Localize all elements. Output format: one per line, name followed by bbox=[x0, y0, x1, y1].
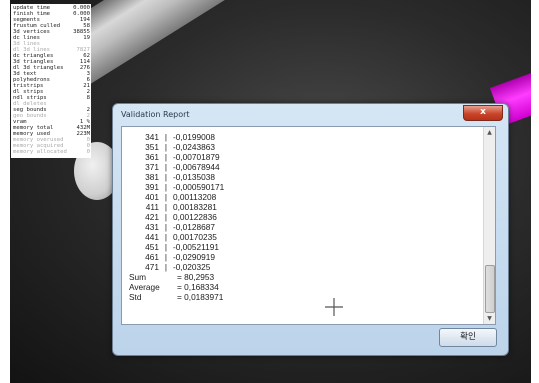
ok-button[interactable]: 확인 bbox=[439, 328, 497, 347]
column-separator: | bbox=[164, 162, 168, 172]
render-stats-panel: update time 0.000 finish time 0.000 segments… bbox=[11, 4, 91, 158]
report-lines: 341 | -0,0199008 351 | -0,0243863 361 | -0,00701… bbox=[129, 132, 224, 302]
row-index: 461 bbox=[145, 252, 159, 262]
column-separator: | bbox=[164, 232, 168, 242]
crosshair-cursor-icon bbox=[325, 298, 343, 316]
table-row: 471 | -0,020325 bbox=[129, 262, 224, 272]
3d-viewport[interactable]: update time 0.000 finish time 0.000 segments… bbox=[0, 0, 539, 383]
row-value: -0,0243863 bbox=[173, 142, 215, 152]
table-row: 411 | 0,00183281 bbox=[129, 202, 224, 212]
column-separator: | bbox=[164, 172, 168, 182]
summary-label: Sum bbox=[129, 272, 147, 282]
row-index: 431 bbox=[145, 222, 159, 232]
gray-tube-model bbox=[40, 0, 539, 95]
stat-value: 8 bbox=[86, 95, 90, 101]
row-value: -0,00678944 bbox=[173, 162, 220, 172]
row-value: -0,00701879 bbox=[173, 152, 220, 162]
scroll-thumb[interactable] bbox=[485, 265, 495, 313]
row-index: 351 bbox=[145, 142, 159, 152]
row-index: 441 bbox=[145, 232, 159, 242]
row-value: 0,00122836 bbox=[173, 212, 217, 222]
row-value: -0,0135038 bbox=[173, 172, 215, 182]
scroll-up-arrow-icon[interactable]: ▲ bbox=[484, 127, 495, 138]
row-value: -0,000590171 bbox=[173, 182, 225, 192]
table-row: 371 | -0,00678944 bbox=[129, 162, 224, 172]
column-separator: | bbox=[164, 132, 168, 142]
row-index: 381 bbox=[145, 172, 159, 182]
dialog-title: Validation Report bbox=[121, 110, 190, 119]
column-separator: | bbox=[164, 182, 168, 192]
close-button[interactable]: x bbox=[463, 105, 503, 121]
row-value: -0,020325 bbox=[173, 262, 211, 272]
row-index: 451 bbox=[145, 242, 159, 252]
table-row: 441 | 0,00170235 bbox=[129, 232, 224, 242]
summary-label: Average bbox=[129, 282, 160, 292]
row-value: -0,0290919 bbox=[173, 252, 215, 262]
column-separator: | bbox=[164, 212, 168, 222]
row-index: 471 bbox=[145, 262, 159, 272]
summary-value: = 80,2953 bbox=[177, 272, 215, 282]
table-row: 391 | -0,000590171 bbox=[129, 182, 224, 192]
column-separator: | bbox=[164, 222, 168, 232]
stat-label: memory allocated bbox=[13, 149, 67, 155]
column-separator: | bbox=[164, 202, 168, 212]
vertical-scrollbar[interactable]: ▲ ▼ bbox=[483, 127, 495, 324]
left-edge-bar bbox=[0, 0, 10, 383]
summary-row: Average = 0,168334 bbox=[129, 282, 224, 292]
column-separator: | bbox=[164, 192, 168, 202]
table-row: 461 | -0,0290919 bbox=[129, 252, 224, 262]
column-separator: | bbox=[164, 142, 168, 152]
stat-value: 0 bbox=[86, 149, 90, 155]
column-separator: | bbox=[164, 152, 168, 162]
row-index: 361 bbox=[145, 152, 159, 162]
column-separator: | bbox=[164, 252, 168, 262]
summary-value: = 0,168334 bbox=[177, 282, 219, 292]
row-index: 401 bbox=[145, 192, 159, 202]
summary-value: = 0,0183971 bbox=[177, 292, 224, 302]
table-row: 341 | -0,0199008 bbox=[129, 132, 224, 142]
summary-row: Std = 0,0183971 bbox=[129, 292, 224, 302]
row-index: 341 bbox=[145, 132, 159, 142]
table-row: 421 | 0,00122836 bbox=[129, 212, 224, 222]
row-value: 0,00113208 bbox=[173, 192, 217, 202]
row-value: 0,00170235 bbox=[173, 232, 217, 242]
row-index: 371 bbox=[145, 162, 159, 172]
table-row: 381 | -0,0135038 bbox=[129, 172, 224, 182]
table-row: 431 | -0,0128687 bbox=[129, 222, 224, 232]
row-index: 411 bbox=[145, 202, 159, 212]
stat-value: 19 bbox=[83, 35, 90, 41]
row-index: 421 bbox=[145, 212, 159, 222]
report-text-area[interactable]: 341 | -0,0199008 351 | -0,0243863 361 | -0,00701… bbox=[121, 126, 496, 325]
row-value: -0,0199008 bbox=[173, 132, 215, 142]
table-row: 451 | -0,00521191 bbox=[129, 242, 224, 252]
table-row: 351 | -0,0243863 bbox=[129, 142, 224, 152]
table-row: 401 | 0,00113208 bbox=[129, 192, 224, 202]
row-value: -0,00521191 bbox=[173, 242, 219, 252]
table-row: 361 | -0,00701879 bbox=[129, 152, 224, 162]
stat-row: memory allocated 0 bbox=[13, 149, 90, 155]
row-value: -0,0128687 bbox=[173, 222, 215, 232]
summary-row: Sum = 80,2953 bbox=[129, 272, 224, 282]
row-index: 391 bbox=[145, 182, 159, 192]
row-value: 0,00183281 bbox=[173, 202, 217, 212]
right-edge-bar bbox=[531, 0, 539, 383]
scroll-down-arrow-icon[interactable]: ▼ bbox=[484, 313, 495, 324]
validation-report-dialog: Validation Report x 341 | -0,0199008 351 | -0… bbox=[112, 103, 509, 356]
column-separator: | bbox=[164, 242, 168, 252]
column-separator: | bbox=[164, 262, 168, 272]
summary-label: Std bbox=[129, 292, 142, 302]
